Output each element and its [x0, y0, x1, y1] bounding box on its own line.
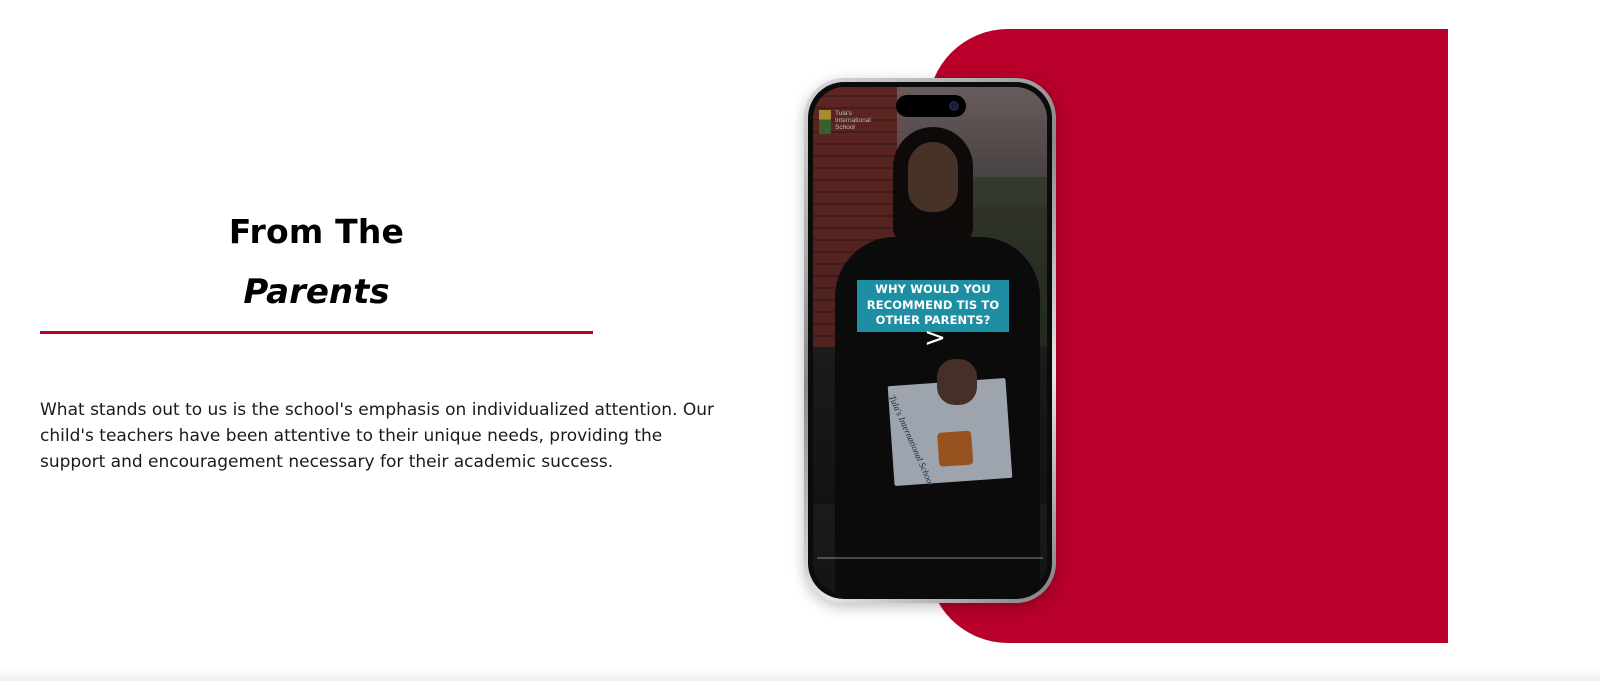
school-logo: Tula's International School	[819, 110, 871, 134]
phone-mockup: Tula's International School Tula's Inter…	[804, 78, 1056, 603]
video-person-face	[908, 142, 958, 212]
camera-icon	[949, 101, 959, 111]
title-divider	[40, 331, 593, 334]
booklet-title: Tula's International School	[887, 393, 937, 488]
video-player[interactable]: Tula's International School Tula's Inter…	[813, 87, 1047, 594]
section-title-line2: Parents	[243, 272, 390, 312]
phone-dynamic-island	[896, 95, 966, 117]
page-bottom-edge	[0, 669, 1600, 681]
logo-line-1: Tula's	[835, 110, 852, 117]
video-progress-track[interactable]	[817, 557, 1043, 559]
section-title-line1: From The	[228, 212, 405, 251]
video-person-hand	[937, 359, 977, 405]
logo-line-3: School	[835, 124, 855, 131]
school-logo-mark	[819, 110, 831, 134]
testimonial-quote: What stands out to us is the school's em…	[40, 400, 715, 472]
school-logo-text: Tula's International School	[835, 110, 871, 131]
booklet-clock-illustration	[937, 430, 974, 467]
phone-bezel: Tula's International School Tula's Inter…	[808, 82, 1052, 599]
logo-line-2: International	[835, 117, 871, 124]
testimonial-text-column: From The Parents What stands out to us i…	[40, 0, 730, 681]
play-icon[interactable]: >	[920, 323, 950, 353]
testimonial-section: From The Parents What stands out to us i…	[0, 0, 1600, 681]
